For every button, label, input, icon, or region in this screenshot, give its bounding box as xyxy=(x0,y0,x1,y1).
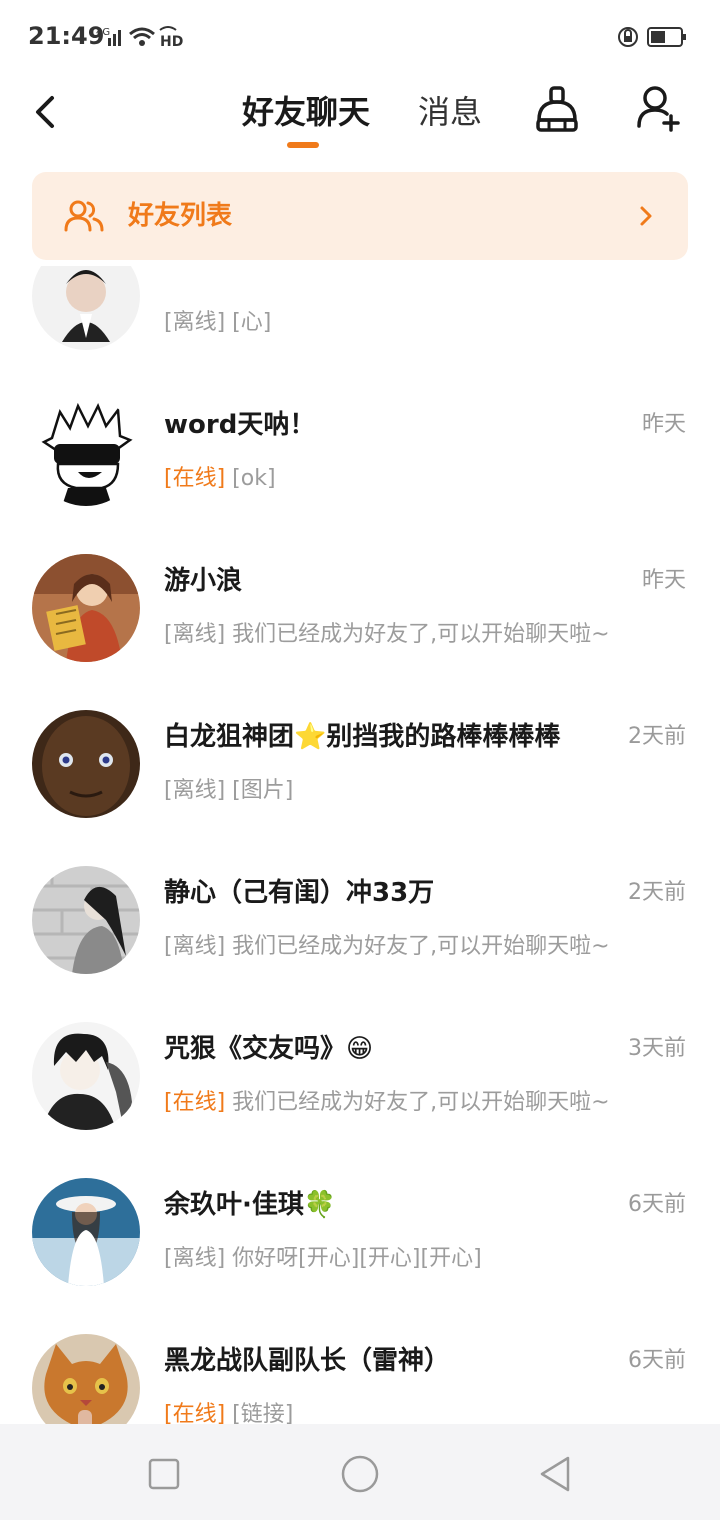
back-nav-button[interactable] xyxy=(536,1454,576,1494)
chat-last-message: [链接] xyxy=(232,1402,294,1424)
online-status: [离线] xyxy=(164,310,226,335)
chat-item[interactable]: [离线] [心] xyxy=(0,266,720,376)
chat-name: 白龙狙神团⭐别挡我的路棒棒棒棒 xyxy=(164,722,561,752)
chat-preview: [离线] 你好呀[开心][开心][开心] xyxy=(164,1240,482,1272)
chat-last-message: 我们已经成为好友了,可以开始聊天啦~ xyxy=(232,934,610,959)
add-user-icon xyxy=(637,86,680,132)
chat-last-message: 我们已经成为好友了,可以开始聊天啦~ xyxy=(232,622,610,647)
svg-text:HD: HD xyxy=(160,34,183,50)
online-status: [离线] xyxy=(164,1246,226,1271)
chat-time: 6天前 xyxy=(628,1192,686,1217)
battery-icon xyxy=(618,24,690,54)
chat-preview: [离线] [图片] xyxy=(164,772,293,804)
chat-item[interactable]: 游小浪 昨天 [离线] 我们已经成为好友了,可以开始聊天啦~ xyxy=(0,532,720,688)
chat-time: 6天前 xyxy=(628,1348,686,1373)
chat-time: 2天前 xyxy=(628,880,686,905)
chat-item[interactable]: 白龙狙神团⭐别挡我的路棒棒棒棒 2天前 [离线] [图片] xyxy=(0,688,720,844)
chat-last-message: 我们已经成为好友了,可以开始聊天啦~ xyxy=(232,1090,610,1115)
chat-name: 静心（己有闺）冲33万 xyxy=(164,878,435,908)
tab-friend-chat[interactable]: 好友聊天 xyxy=(242,82,370,142)
header: 好友聊天 消息 xyxy=(0,72,720,162)
chat-last-message: [图片] xyxy=(232,778,294,803)
chat-item[interactable]: 静心（己有闺）冲33万 2天前 [离线] 我们已经成为好友了,可以开始聊天啦~ xyxy=(0,844,720,1000)
friends-icon xyxy=(64,200,104,232)
tab-indicator xyxy=(287,142,319,148)
chat-time: 昨天 xyxy=(641,412,686,437)
chat-time: 昨天 xyxy=(641,568,686,593)
avatar xyxy=(32,866,140,974)
chat-preview: [离线] [心] xyxy=(164,304,271,336)
chat-preview: [在线] 我们已经成为好友了,可以开始聊天啦~ xyxy=(164,1084,610,1116)
chevron-left-icon xyxy=(36,96,54,128)
chat-name: word天呐！ xyxy=(164,410,316,440)
avatar xyxy=(32,1178,140,1286)
chat-last-message: [心] xyxy=(232,310,272,335)
chat-time: 3天前 xyxy=(628,1036,686,1061)
chat-item[interactable]: word天呐！ 昨天 [在线] [ok] xyxy=(0,376,720,532)
chat-name: 余玖叶·佳琪🍀 xyxy=(164,1190,337,1220)
clean-button[interactable] xyxy=(533,80,581,136)
chat-item[interactable]: 咒狠《交友吗》😁 3天前 [在线] 我们已经成为好友了,可以开始聊天啦~ xyxy=(0,1000,720,1156)
chat-name: 黑龙战队副队长（雷神） xyxy=(164,1346,451,1376)
online-status: [在线] xyxy=(164,1402,226,1424)
tab-messages[interactable]: 消息 xyxy=(418,82,482,142)
signal-icon: 4G HD xyxy=(96,24,186,54)
chat-name: 游小浪 xyxy=(164,566,243,596)
friend-list-banner[interactable]: 好友列表 xyxy=(32,172,688,260)
chat-last-message: 你好呀[开心][开心][开心] xyxy=(232,1246,482,1271)
avatar xyxy=(32,398,140,506)
avatar xyxy=(32,1334,140,1424)
system-nav-bar xyxy=(0,1424,720,1520)
online-status: [离线] xyxy=(164,622,226,647)
avatar xyxy=(32,710,140,818)
chat-preview: [在线] [ok] xyxy=(164,460,276,492)
online-status: [离线] xyxy=(164,778,226,803)
chat-list[interactable]: [离线] [心] word天呐！ 昨天 [在线] [ok] 游小浪 昨天 [离线… xyxy=(0,266,720,1424)
chat-preview: [离线] 我们已经成为好友了,可以开始聊天啦~ xyxy=(164,616,610,648)
status-time: 21:49 xyxy=(28,22,105,50)
broom-icon xyxy=(536,86,578,132)
add-friend-button[interactable] xyxy=(635,80,683,136)
chat-item[interactable]: 黑龙战队副队长（雷神） 6天前 [在线] [链接] xyxy=(0,1312,720,1424)
home-button[interactable] xyxy=(340,1454,380,1494)
chat-preview: [离线] 我们已经成为好友了,可以开始聊天啦~ xyxy=(164,928,610,960)
triangle-back-icon xyxy=(540,1456,570,1492)
online-status: [在线] xyxy=(164,1090,226,1115)
chevron-right-icon xyxy=(640,206,652,226)
chat-preview: [在线] [链接] xyxy=(164,1396,293,1424)
friend-list-label: 好友列表 xyxy=(128,201,233,231)
recent-apps-button[interactable] xyxy=(144,1454,184,1494)
status-bar: 21:49 4G HD xyxy=(0,0,720,72)
chat-last-message: [ok] xyxy=(232,466,276,491)
svg-text:4G: 4G xyxy=(96,27,110,38)
back-button[interactable] xyxy=(28,84,68,140)
online-status: [离线] xyxy=(164,934,226,959)
avatar xyxy=(32,554,140,662)
online-status: [在线] xyxy=(164,466,226,491)
avatar xyxy=(32,266,140,350)
chat-item[interactable]: 余玖叶·佳琪🍀 6天前 [离线] 你好呀[开心][开心][开心] xyxy=(0,1156,720,1312)
avatar xyxy=(32,1022,140,1130)
chat-name: 咒狠《交友吗》😁 xyxy=(164,1034,374,1064)
chat-time: 2天前 xyxy=(628,724,686,749)
square-icon xyxy=(148,1458,180,1490)
circle-icon xyxy=(341,1455,379,1493)
